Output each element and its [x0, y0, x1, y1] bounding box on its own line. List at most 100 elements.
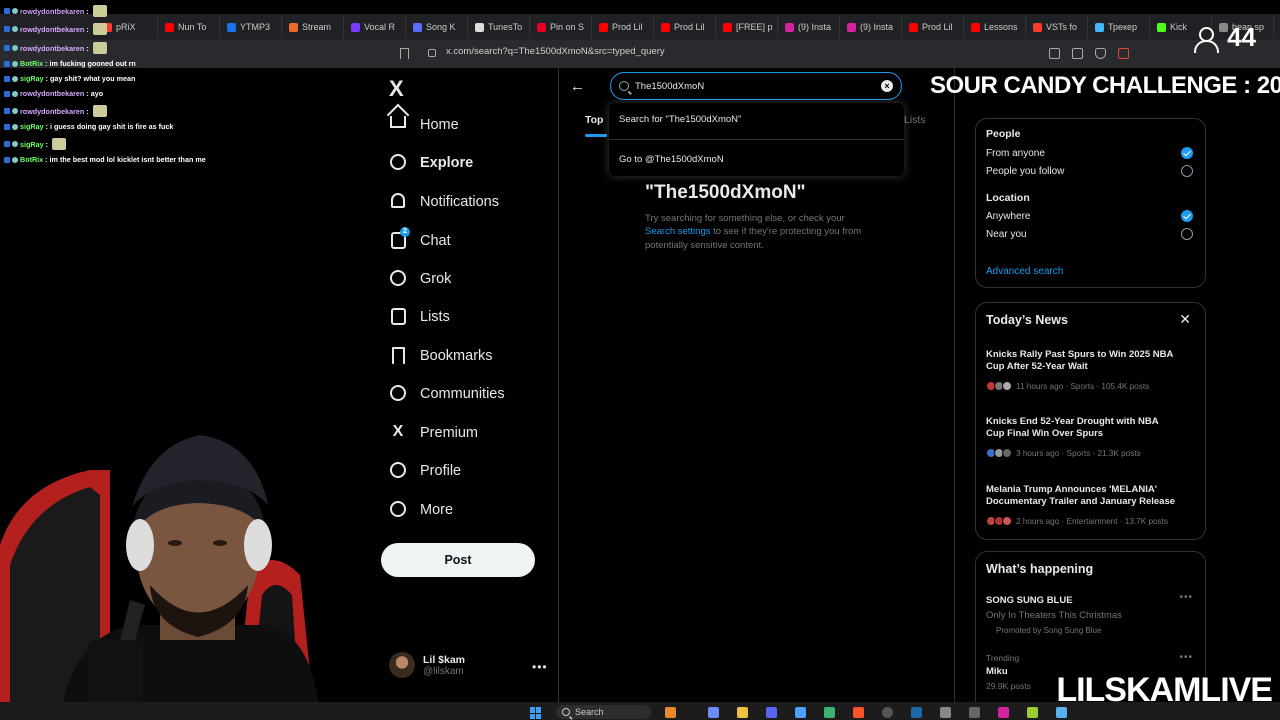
nav-item-explore[interactable]: Explore: [388, 150, 473, 176]
app-icon[interactable]: [824, 707, 835, 718]
browser-tab[interactable]: Stream: [282, 16, 344, 38]
tab-label: VSTs fo: [1046, 22, 1078, 32]
discord-icon[interactable]: [766, 707, 777, 718]
app-icon[interactable]: [1027, 707, 1038, 718]
browser-tab[interactable]: (9) Insta: [840, 16, 902, 38]
nav-item-chat[interactable]: 2 Chat: [388, 227, 451, 254]
search-for-option[interactable]: Search for "The1500dXmoN": [619, 114, 741, 125]
chat-text: :: [86, 6, 89, 16]
folder-icon[interactable]: [737, 707, 748, 718]
browser-tab[interactable]: Prod Lil: [592, 16, 654, 38]
browser-tab[interactable]: Lessons: [964, 16, 1026, 38]
browser-tab[interactable]: Vocal R: [344, 16, 406, 38]
close-icon[interactable]: ✕: [1179, 311, 1191, 328]
tab-top[interactable]: Top: [585, 114, 603, 126]
nav-item-communities[interactable]: Communities: [388, 381, 505, 407]
tab-favicon-icon: [537, 22, 546, 32]
windows-start-icon[interactable]: [530, 707, 542, 719]
nav-item-grok[interactable]: Grok: [388, 266, 451, 292]
tab-favicon-icon: [351, 22, 360, 32]
brave-icon[interactable]: [853, 707, 864, 718]
notes-icon[interactable]: [1056, 707, 1067, 718]
tab-favicon-icon: [723, 22, 732, 32]
rewards-icon[interactable]: [1118, 48, 1129, 59]
browser-tab[interactable]: (9) Insta: [778, 16, 840, 38]
filter-near-you[interactable]: Near you: [986, 229, 1027, 240]
chat-badge-icon: [4, 8, 10, 14]
browser-tab[interactable]: TunesTo: [468, 16, 530, 38]
tab-favicon-icon: [599, 22, 608, 32]
post-button[interactable]: Post: [381, 543, 535, 577]
clear-search-icon[interactable]: ×: [881, 80, 893, 92]
radio-people-you-follow[interactable]: [1181, 165, 1193, 177]
tab-lists[interactable]: Lists: [904, 114, 926, 126]
viewer-count: 44: [1227, 22, 1256, 52]
nav-item-lists[interactable]: Lists: [388, 304, 450, 330]
account-more-icon[interactable]: •••: [532, 660, 548, 674]
brave-shield-icon[interactable]: [1095, 48, 1106, 59]
store-icon[interactable]: [795, 707, 806, 718]
chat-username: rowdydontbekaren: [20, 43, 85, 53]
browser-tab[interactable]: Nun To: [158, 16, 220, 38]
browser-tab-bar: pRiX Nun To YTMP3 Stream Vocal R Song K TunesT…: [0, 14, 1280, 40]
nav-item-home[interactable]: Home: [388, 112, 459, 138]
divider: [609, 139, 904, 140]
nav-item-more[interactable]: More: [388, 497, 453, 523]
search-filters-panel: People From anyone People you follow Loc…: [975, 118, 1206, 288]
x-logo[interactable]: X: [389, 76, 404, 102]
browser-tab[interactable]: Prod Lil: [902, 16, 964, 38]
nav-item-profile[interactable]: Profile: [388, 458, 461, 484]
site-info-icon[interactable]: [428, 49, 436, 57]
more-icon[interactable]: •••: [1179, 652, 1193, 663]
news-meta-text: 2 hours ago · Entertainment · 13.7K post…: [1016, 516, 1169, 526]
trend-title[interactable]: Miku: [986, 666, 1008, 677]
grok-icon: [388, 269, 408, 289]
steam-icon[interactable]: [911, 707, 922, 718]
nav-item-bookmarks[interactable]: Bookmarks: [388, 343, 493, 369]
obs-icon[interactable]: [882, 707, 893, 718]
instagram-icon[interactable]: [998, 707, 1009, 718]
app-icon[interactable]: [940, 707, 951, 718]
url-field[interactable]: x.com/search?q=The1500dXmoN&src=typed_qu…: [446, 46, 665, 57]
tab-favicon-icon: [289, 22, 298, 32]
copilot-icon[interactable]: [708, 707, 719, 718]
browser-tab[interactable]: Prod Lil: [654, 16, 716, 38]
chat-message: rowdydontbekaren:: [4, 105, 107, 117]
share-icon[interactable]: [1072, 48, 1083, 59]
browser-tab[interactable]: Pin on S: [530, 16, 592, 38]
radio-from-anyone[interactable]: [1181, 147, 1193, 159]
filter-people-you-follow[interactable]: People you follow: [986, 166, 1064, 177]
chat-username: BotRix: [20, 155, 44, 164]
widgets-icon[interactable]: [665, 707, 676, 718]
account-switcher[interactable]: Lil $kam @lilskam: [389, 652, 465, 678]
filter-anywhere[interactable]: Anywhere: [986, 211, 1030, 222]
app-icon[interactable]: [969, 707, 980, 718]
news-headline[interactable]: Melania Trump Announces 'MELANIA' Docume…: [986, 484, 1176, 509]
search-input[interactable]: [635, 80, 875, 92]
browser-tab[interactable]: YTMP3: [220, 16, 282, 38]
more-icon[interactable]: •••: [1179, 592, 1193, 603]
radio-anywhere[interactable]: [1181, 210, 1193, 222]
filter-from-anyone[interactable]: From anyone: [986, 148, 1045, 159]
nav-item-premium[interactable]: X Premium: [388, 420, 478, 446]
browser-tab[interactable]: [FREE] p: [716, 16, 778, 38]
browser-tab[interactable]: Трекер: [1088, 16, 1150, 38]
radio-near-you[interactable]: [1181, 228, 1193, 240]
taskbar-search[interactable]: Search: [556, 705, 651, 719]
advanced-search-link[interactable]: Advanced search: [986, 266, 1063, 277]
trend-title[interactable]: SONG SUNG BLUE: [986, 595, 1073, 606]
nav-item-notifications[interactable]: Notifications: [388, 189, 499, 215]
browser-tab[interactable]: VSTs fo: [1026, 16, 1088, 38]
bookmark-star-icon[interactable]: [400, 48, 409, 59]
news-headline[interactable]: Knicks End 52-Year Drought with NBA Cup …: [986, 416, 1176, 441]
extension-icon[interactable]: [1049, 48, 1060, 59]
search-settings-link[interactable]: Search settings: [645, 226, 710, 237]
home-icon: [388, 115, 408, 135]
news-headline[interactable]: Knicks Rally Past Spurs to Win 2025 NBA …: [986, 349, 1176, 374]
search-box[interactable]: ×: [610, 72, 902, 100]
browser-tab[interactable]: Song K: [406, 16, 468, 38]
tab-label: YTMP3: [240, 22, 271, 32]
back-arrow-icon[interactable]: ←: [570, 78, 585, 95]
trend-subtitle: Only In Theaters This Christmas: [986, 610, 1122, 621]
go-to-profile-option[interactable]: Go to @The1500dXmoN: [619, 154, 724, 165]
